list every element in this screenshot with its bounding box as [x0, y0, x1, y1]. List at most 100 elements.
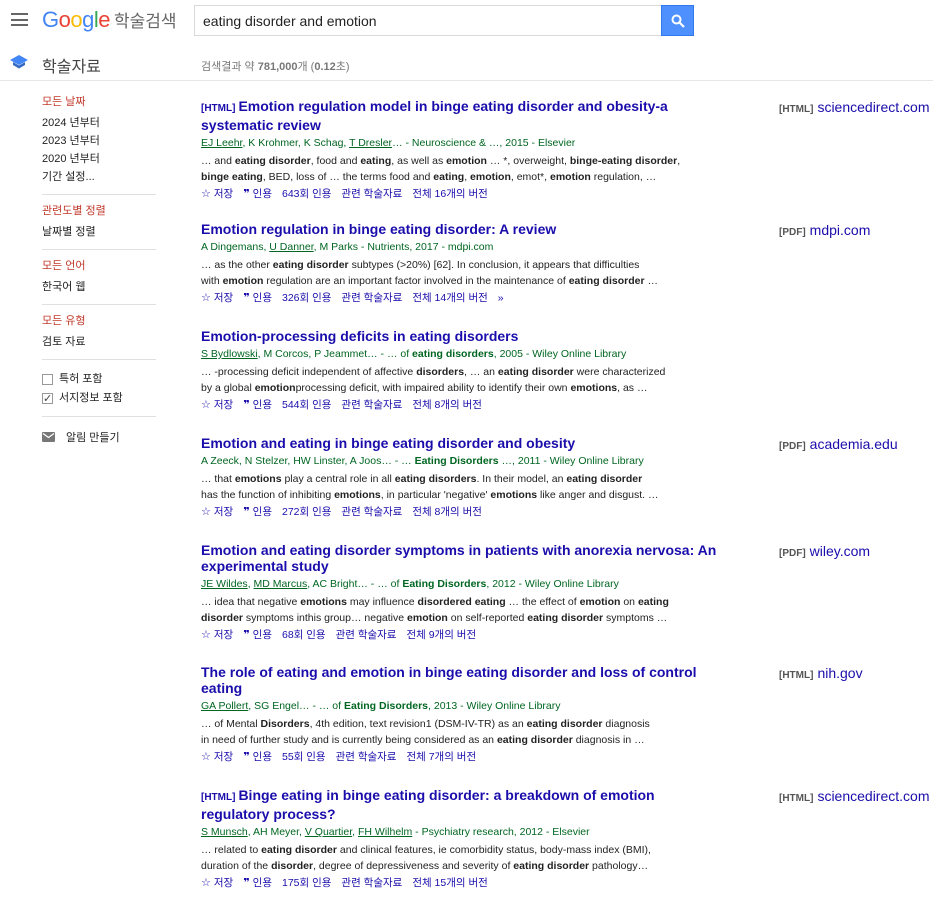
cite-link[interactable]: ❞ 인용 [243, 187, 272, 201]
sort-by-relevance[interactable]: 관련도별 정렬 [42, 205, 156, 218]
save-link[interactable]: ☆ 저장 [201, 628, 233, 642]
result-title-link[interactable]: [HTML] Emotion regulation model in binge … [201, 98, 721, 133]
highlighted-text: emotion [446, 155, 487, 167]
filter-review-articles[interactable]: 검토 자료 [42, 333, 156, 351]
result-title-link[interactable]: The role of eating and emotion in binge … [201, 664, 721, 696]
save-link[interactable]: ☆ 저장 [201, 876, 233, 890]
quote-icon: ❞ [243, 188, 250, 200]
create-alert-link[interactable]: 알림 만들기 [42, 429, 156, 445]
cited-by-link[interactable]: 272회 인용 [282, 505, 331, 519]
highlighted-text: emotion [407, 612, 448, 624]
cited-by-link[interactable]: 175회 인용 [282, 876, 331, 890]
more-options-icon[interactable]: » [498, 291, 504, 305]
hamburger-menu-icon[interactable] [11, 13, 28, 26]
author-link[interactable]: U Danner [269, 241, 313, 253]
all-versions-link[interactable]: 전체 8개의 버전 [412, 505, 482, 519]
cite-link[interactable]: ❞ 인용 [243, 750, 272, 764]
save-label: 저장 [213, 292, 234, 304]
author-link[interactable]: EJ Leehr [201, 137, 242, 149]
fulltext-link[interactable]: [HTML] sciencedirect.com [779, 788, 929, 804]
cited-by-link[interactable]: 544회 인용 [282, 398, 331, 412]
text-fragment: … as the other [201, 259, 273, 271]
search-input[interactable] [194, 5, 662, 36]
author-link[interactable]: GA Pollert [201, 700, 248, 712]
filter-since-2020[interactable]: 2020 년부터 [42, 150, 156, 168]
filter-any-language[interactable]: 모든 언어 [42, 260, 156, 273]
filter-custom-range[interactable]: 기간 설정... [42, 168, 156, 186]
all-versions-link[interactable]: 전체 14개의 버전 [412, 291, 487, 305]
star-icon: ☆ [201, 188, 211, 200]
text-fragment: … that [201, 473, 235, 485]
fulltext-link[interactable]: [HTML] nih.gov [779, 665, 863, 681]
author-link[interactable]: V Quartier [305, 826, 352, 838]
save-link[interactable]: ☆ 저장 [201, 291, 233, 305]
save-link[interactable]: ☆ 저장 [201, 398, 233, 412]
all-versions-link[interactable]: 전체 7개의 버전 [406, 750, 476, 764]
author-link[interactable]: MD Marcus [254, 578, 308, 590]
text-fragment: and [257, 435, 290, 451]
author-link[interactable]: T Dresler [349, 137, 392, 149]
filter-since-2023[interactable]: 2023 년부터 [42, 132, 156, 150]
text-fragment: pathology… [589, 860, 649, 872]
filter-any-date[interactable]: 모든 날짜 [42, 96, 156, 109]
cited-by-link[interactable]: 643회 인용 [282, 187, 331, 201]
cited-by-link[interactable]: 55회 인용 [282, 750, 326, 764]
save-link[interactable]: ☆ 저장 [201, 187, 233, 201]
cite-link[interactable]: ❞ 인용 [243, 398, 272, 412]
fulltext-link[interactable]: [HTML] sciencedirect.com [779, 99, 929, 115]
cite-link[interactable]: ❞ 인용 [243, 876, 272, 890]
include-citations-checkbox[interactable]: 서지정보 포함 [42, 389, 156, 409]
related-articles-link[interactable]: 관련 학술자료 [336, 750, 397, 764]
text-fragment: and [317, 664, 351, 680]
text-fragment: , [677, 155, 681, 167]
result-title-link[interactable]: [HTML] Binge eating in binge eating disor… [201, 787, 721, 822]
author-link[interactable]: S Munsch [201, 826, 248, 838]
cite-link[interactable]: ❞ 인용 [243, 628, 272, 642]
result-title-link[interactable]: Emotion and eating in binge eating disor… [201, 435, 721, 451]
all-versions-link[interactable]: 전체 8개의 버전 [412, 398, 482, 412]
filter-any-type[interactable]: 모든 유형 [42, 315, 156, 328]
text-fragment: like anger and disgust. … [537, 489, 659, 501]
related-articles-link[interactable]: 관련 학술자료 [336, 628, 397, 642]
all-versions-link[interactable]: 전체 16개의 버전 [412, 187, 487, 201]
checkbox-box[interactable] [42, 374, 53, 385]
cite-label: 인용 [252, 506, 272, 518]
include-patents-checkbox[interactable]: 특허 포함 [42, 370, 156, 389]
cited-by-link[interactable]: 68회 인용 [282, 628, 326, 642]
text-fragment: … idea that negative [201, 596, 301, 608]
filter-korean[interactable]: 한국어 웹 [42, 278, 156, 296]
author-link[interactable]: S Bydlowski [201, 348, 258, 360]
related-articles-link[interactable]: 관련 학술자료 [341, 291, 402, 305]
all-versions-link[interactable]: 전체 9개의 버전 [406, 628, 476, 642]
cited-by-link[interactable]: 326회 인용 [282, 291, 331, 305]
result-meta: S Bydlowski, M Corcos, P Jeammet… - … of… [201, 347, 721, 361]
cite-label: 인용 [252, 188, 272, 200]
cite-label: 인용 [252, 877, 272, 889]
checkbox-box[interactable] [42, 390, 53, 409]
fulltext-link[interactable]: [PDF] mdpi.com [779, 222, 870, 238]
save-link[interactable]: ☆ 저장 [201, 505, 233, 519]
google-scholar-logo[interactable]: Google 학술검색 [42, 7, 177, 33]
related-articles-link[interactable]: 관련 학술자료 [341, 398, 402, 412]
author-link[interactable]: FH Wilhelm [358, 826, 412, 838]
fulltext-link[interactable]: [PDF] academia.edu [779, 436, 898, 452]
filter-since-2024[interactable]: 2024 년부터 [42, 114, 156, 132]
fulltext-link[interactable]: [PDF] wiley.com [779, 543, 870, 559]
search-button[interactable] [661, 5, 694, 36]
save-link[interactable]: ☆ 저장 [201, 750, 233, 764]
result-meta: GA Pollert, SG Engel… - … of Eating Diso… [201, 699, 721, 713]
related-articles-link[interactable]: 관련 학술자료 [341, 505, 402, 519]
result-title-link[interactable]: Emotion and eating disorder symptoms in … [201, 542, 721, 574]
author-link[interactable]: JE Wildes [201, 578, 248, 590]
result-actions: ☆ 저장 ❞ 인용 175회 인용 관련 학술자료 전체 15개의 버전 [201, 876, 933, 890]
cite-link[interactable]: ❞ 인용 [243, 291, 272, 305]
result-title-link[interactable]: Emotion regulation in binge eating disor… [201, 221, 721, 237]
all-versions-link[interactable]: 전체 15개의 버전 [412, 876, 487, 890]
related-articles-link[interactable]: 관련 학술자료 [341, 876, 402, 890]
result-title-link[interactable]: Emotion-processing deficits in eating di… [201, 328, 721, 344]
related-articles-link[interactable]: 관련 학술자료 [341, 187, 402, 201]
highlighted-text: emotions [490, 489, 538, 501]
result-snippet: … and eating disorder, food and eating, … [201, 153, 721, 185]
cite-link[interactable]: ❞ 인용 [243, 505, 272, 519]
sort-by-date[interactable]: 날짜별 정렬 [42, 223, 156, 241]
